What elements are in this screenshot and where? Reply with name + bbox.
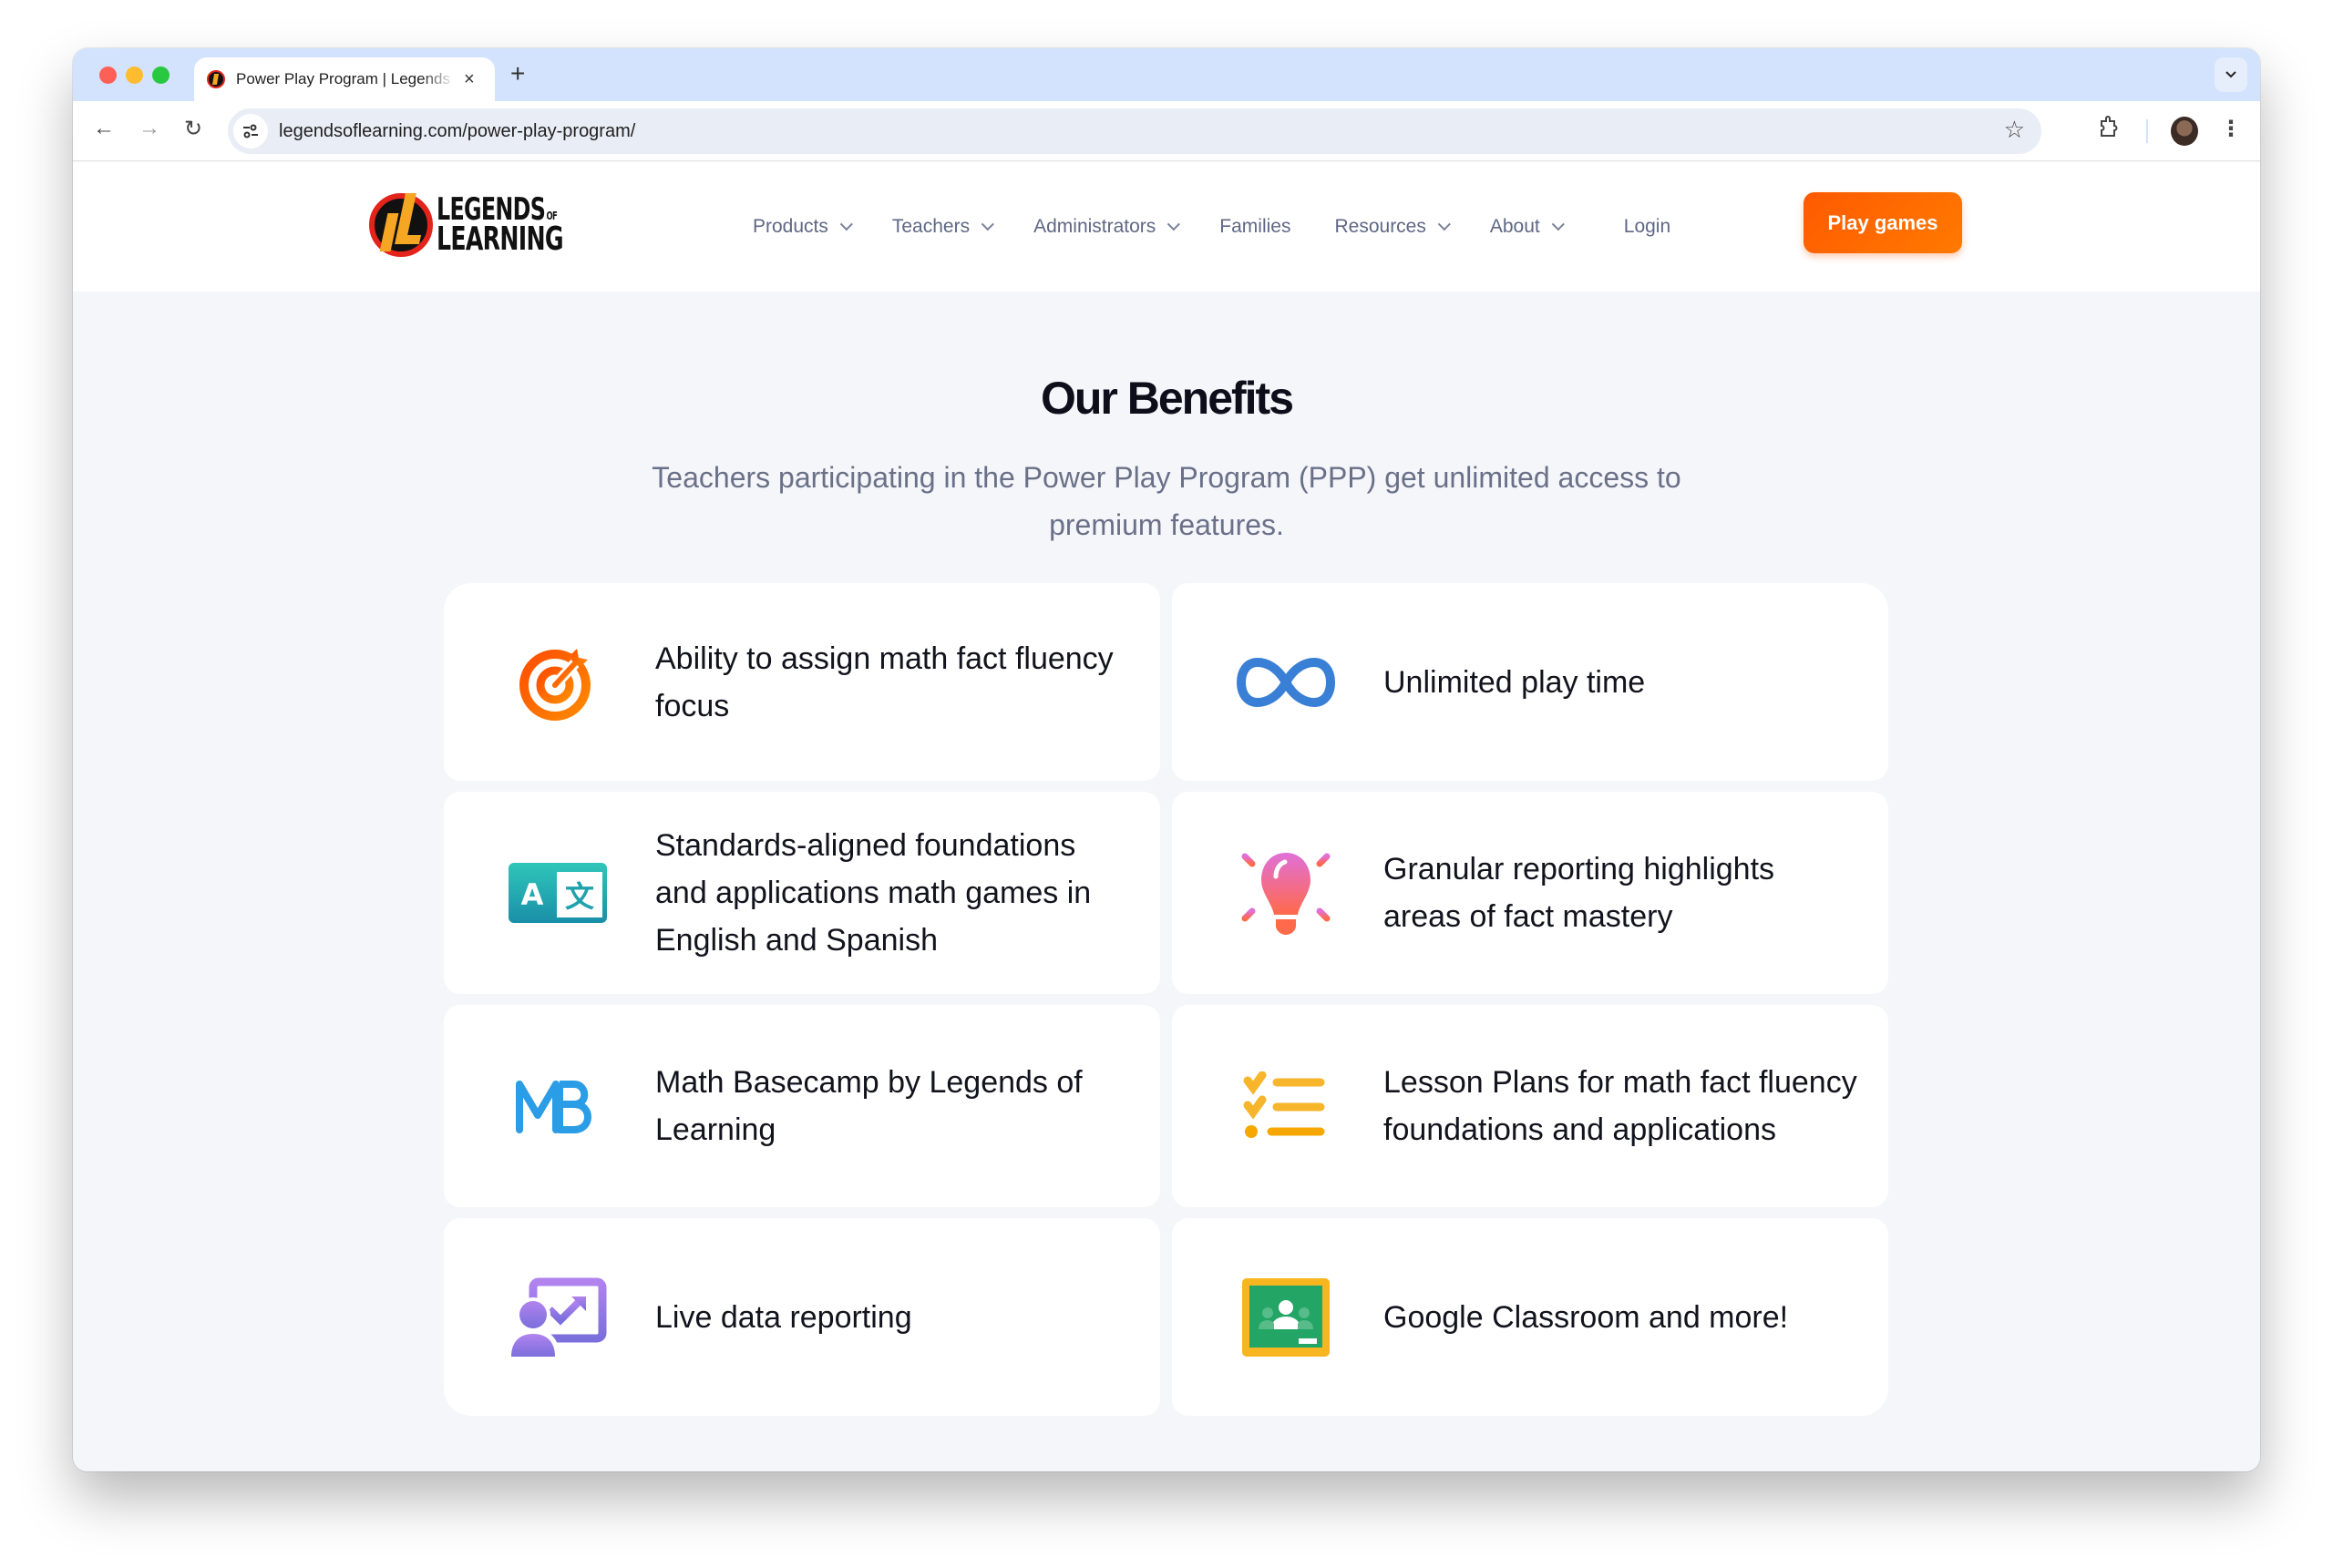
- benefit-card: Ability to assign math fact fluency focu…: [444, 583, 1160, 781]
- presentation-chart-icon: [508, 1267, 608, 1368]
- nav-families[interactable]: Families: [1219, 216, 1290, 238]
- benefit-text: Ability to assign math fact fluency focu…: [655, 641, 1114, 723]
- benefit-text: Live data reporting: [655, 1299, 912, 1335]
- benefit-card: Math Basecamp by Legends of Learning: [444, 1005, 1160, 1207]
- browser-tab-active[interactable]: Power Play Program | Legends of Learning…: [194, 57, 495, 101]
- chevron-down-icon: [1437, 218, 1451, 231]
- bookmark-star-icon[interactable]: ☆: [2004, 116, 2025, 144]
- math-basecamp-logo-icon: [508, 1056, 608, 1156]
- web-page: LEGENDSOF LEARNING Products Teachers Adm…: [73, 162, 2260, 1471]
- login-link[interactable]: Login: [1624, 216, 1670, 238]
- google-classroom-icon: [1236, 1267, 1336, 1368]
- benefit-text: Google Classroom and more!: [1383, 1299, 1789, 1335]
- reload-icon[interactable]: ↻: [184, 116, 202, 142]
- benefit-card: Live data reporting: [444, 1218, 1160, 1416]
- back-arrow-icon[interactable]: ←: [93, 116, 115, 141]
- site-header: LEGENDSOF LEARNING Products Teachers Adm…: [73, 162, 2260, 292]
- nav-administrators[interactable]: Administrators: [1033, 216, 1181, 238]
- section-subtitle: Teachers participating in the Power Play…: [652, 461, 1681, 541]
- logo-wordmark: LEGENDSOF LEARNING: [437, 190, 564, 259]
- svg-text:A: A: [521, 877, 544, 912]
- profile-avatar[interactable]: [2171, 117, 2198, 146]
- benefits-grid: Ability to assign math fact fluency focu…: [444, 583, 1889, 1416]
- translate-icon: A 文: [508, 843, 608, 943]
- benefit-text: Unlimited play time: [1383, 664, 1646, 700]
- main-navigation: Products Teachers Administrators Familie…: [753, 162, 1711, 292]
- benefit-card: Lesson Plans for math fact fluency found…: [1172, 1005, 1888, 1207]
- benefit-card: Google Classroom and more!: [1172, 1218, 1888, 1416]
- nav-teachers[interactable]: Teachers: [892, 216, 994, 238]
- benefit-card: A 文 Standards-aligned foundations and ap…: [444, 792, 1160, 994]
- browser-toolbar: ← → ↻ legendsoflearning.com/power-play-p…: [73, 101, 2260, 161]
- chevron-down-icon: [981, 218, 994, 231]
- benefit-text: Math Basecamp by Legends of Learning: [655, 1065, 1083, 1147]
- url-text[interactable]: legendsoflearning.com/power-play-program…: [279, 121, 635, 142]
- checklist-icon: [1236, 1056, 1336, 1156]
- tab-title: Power Play Program | Legends of Learning: [236, 70, 455, 87]
- close-window-button[interactable]: [99, 67, 117, 84]
- benefit-card: Granular reporting highlights areas of f…: [1172, 792, 1888, 994]
- new-tab-icon[interactable]: +: [510, 59, 525, 88]
- toolbar-divider: [2146, 119, 2148, 143]
- legends-of-learning-logo[interactable]: LEGENDSOF LEARNING: [369, 185, 584, 265]
- svg-text:文: 文: [565, 879, 594, 914]
- benefit-card: Unlimited play time: [1172, 583, 1888, 781]
- forward-arrow-icon[interactable]: →: [139, 116, 160, 141]
- nav-resources[interactable]: Resources: [1334, 216, 1451, 238]
- target-icon: [508, 632, 608, 733]
- chevron-down-icon: [1551, 218, 1565, 231]
- chevron-down-icon: [2225, 71, 2236, 78]
- benefit-text: Granular reporting highlights areas of f…: [1383, 852, 1775, 934]
- infinity-icon: [1236, 632, 1336, 733]
- nav-about[interactable]: About: [1490, 216, 1565, 238]
- tab-strip: Power Play Program | Legends of Learning…: [73, 48, 2260, 101]
- minimize-window-button[interactable]: [126, 67, 143, 84]
- extensions-puzzle-icon[interactable]: [2098, 116, 2120, 146]
- play-games-button[interactable]: Play games: [1804, 192, 1962, 253]
- site-info-icon[interactable]: [233, 114, 268, 149]
- page-title: Our Benefits: [1040, 373, 1294, 424]
- nav-products[interactable]: Products: [753, 216, 853, 238]
- browser-window: Power Play Program | Legends of Learning…: [73, 48, 2260, 1471]
- benefit-text: Standards-aligned foundations and applic…: [655, 828, 1092, 958]
- logo-ll-icon: [369, 193, 433, 257]
- close-tab-icon[interactable]: ×: [464, 69, 475, 90]
- tab-search-button[interactable]: [2215, 57, 2247, 92]
- lightbulb-icon: [1236, 843, 1336, 943]
- legends-favicon-icon: [207, 70, 225, 88]
- maximize-window-button[interactable]: [152, 67, 170, 84]
- chevron-down-icon: [1167, 218, 1181, 231]
- more-menu-icon[interactable]: ⋮: [2220, 116, 2242, 142]
- benefit-text: Lesson Plans for math fact fluency found…: [1383, 1065, 1857, 1147]
- address-bar[interactable]: legendsoflearning.com/power-play-program…: [228, 108, 2041, 154]
- chevron-down-icon: [839, 218, 853, 231]
